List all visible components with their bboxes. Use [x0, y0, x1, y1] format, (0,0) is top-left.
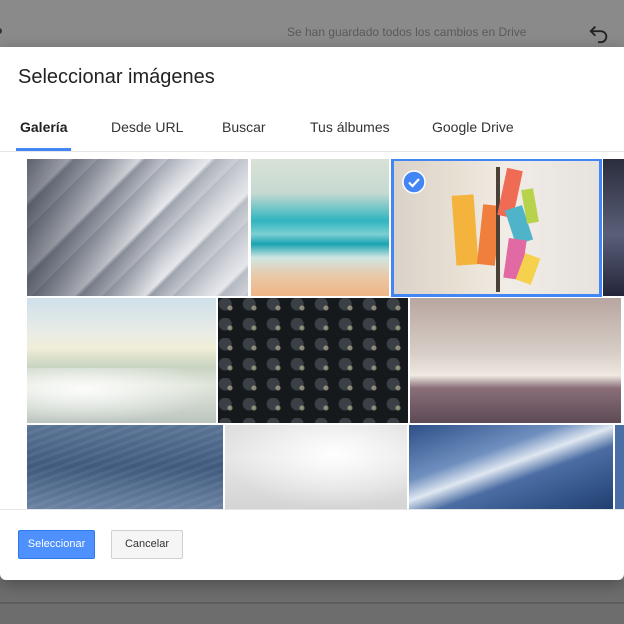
- tab-buscar[interactable]: Buscar: [222, 116, 266, 154]
- cancel-button[interactable]: Cancelar: [111, 530, 183, 559]
- tab-desde-url[interactable]: Desde URL: [111, 116, 183, 154]
- gallery-image-wood-diagonal[interactable]: [27, 159, 248, 296]
- gallery-image-dark-partial[interactable]: [603, 159, 624, 296]
- background-app-header: [0, 0, 624, 47]
- gallery-image-sea-horizon[interactable]: [410, 298, 621, 423]
- gallery-image-beach-shore[interactable]: [27, 298, 216, 423]
- save-status-text: Se han guardado todos los cambios en Dri…: [287, 25, 527, 39]
- background-app-bottom: [0, 580, 624, 624]
- gallery-image-ocean-waves[interactable]: [251, 159, 389, 296]
- undo-icon[interactable]: [588, 22, 610, 44]
- tab-tus-albumes[interactable]: Tus álbumes: [310, 116, 390, 154]
- gallery-image-sand-dune[interactable]: [409, 425, 613, 509]
- gallery-image-blue-texture[interactable]: [27, 425, 223, 509]
- gallery-image-partial[interactable]: [615, 425, 624, 509]
- checkmark-icon: [402, 170, 426, 194]
- gallery-image-clouds[interactable]: [225, 425, 407, 509]
- footer-divider: [0, 509, 624, 510]
- tab-bar: Galería Desde URL Buscar Tus álbumes Goo…: [0, 115, 624, 153]
- image-picker-dialog: Seleccionar imágenes Galería Desde URL B…: [0, 47, 624, 580]
- tab-google-drive[interactable]: Google Drive: [432, 116, 514, 154]
- select-button[interactable]: Seleccionar: [18, 530, 95, 559]
- gallery-image-typewriter[interactable]: [218, 298, 408, 423]
- tabs-divider: [0, 151, 624, 152]
- dialog-title: Seleccionar imágenes: [18, 66, 215, 88]
- image-gallery: [0, 159, 624, 509]
